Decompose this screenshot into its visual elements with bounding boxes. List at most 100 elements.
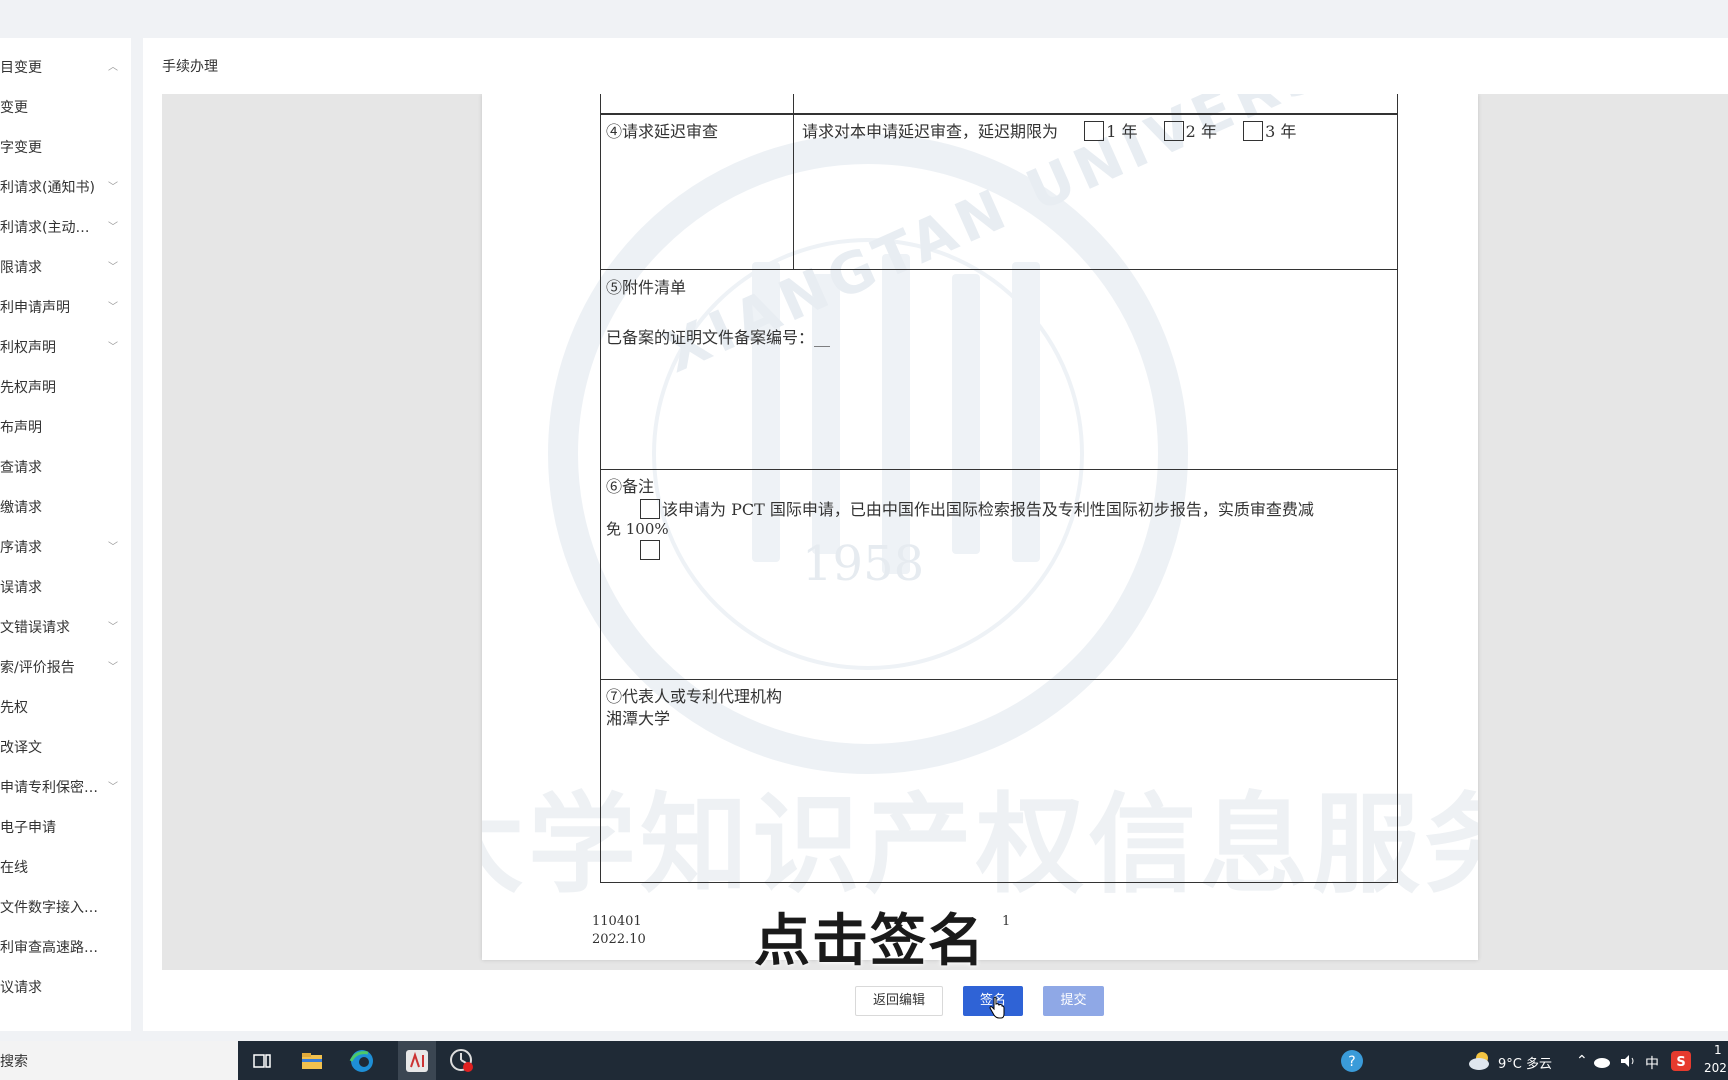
sidebar-item-label: 误请求	[0, 580, 42, 596]
sidebar-item-label: 利请求(通知书)	[0, 180, 95, 196]
sidebar: 目变更 ︿ 变更 字变更 利请求(通知书) ﹀ 利请求(主动… ﹀ 限请求 ﹀ 利申请声明 ﹀ 利权声明…	[0, 38, 131, 1031]
chevron-down-icon[interactable]: ﹀	[107, 648, 119, 688]
sidebar-item-label: 序请求	[0, 540, 42, 556]
top-bar	[0, 0, 1728, 38]
sidebar-item-label: 在线	[0, 860, 28, 876]
sidebar-item[interactable]: 先权声明	[0, 368, 131, 408]
chevron-down-icon[interactable]: ﹀	[107, 288, 119, 328]
chevron-down-icon[interactable]: ﹀	[107, 328, 119, 368]
chevron-down-icon[interactable]: ﹀	[107, 768, 119, 808]
sidebar-item[interactable]: 利权声明 ﹀	[0, 328, 131, 368]
volume-icon[interactable]	[1618, 1051, 1638, 1071]
sidebar-item-label: 文件数字接入…	[0, 900, 98, 916]
taskbar-search-box[interactable]: 搜索	[0, 1041, 238, 1080]
sidebar-item[interactable]: 利请求(通知书) ﹀	[0, 168, 131, 208]
help-icon[interactable]: ?	[1338, 1047, 1366, 1075]
sidebar-item-label: 利申请声明	[0, 300, 70, 316]
document-viewer[interactable]: XIANGTAN UNIVERSITY 1958 湘潭大学知识产权信息服务中心 …	[162, 94, 1728, 970]
sidebar-item[interactable]: 利请求(主动… ﹀	[0, 208, 131, 248]
edge-browser-icon[interactable]	[348, 1047, 376, 1075]
clock-date[interactable]: 202	[1704, 1061, 1727, 1075]
sidebar-item-label: 布声明	[0, 420, 42, 436]
pct-fee-reduction-text: 该申请为 PCT 国际申请，已由中国作出国际检索报告及专利性国际初步报告，实质审…	[662, 500, 1314, 519]
sidebar-item-label: 缴请求	[0, 500, 42, 516]
chevron-up-icon[interactable]: ︿	[107, 48, 119, 88]
taskbar-active-app[interactable]	[398, 1041, 436, 1080]
video-caption: 点击签名	[754, 909, 986, 974]
chevron-down-icon[interactable]: ﹀	[107, 248, 119, 288]
remark-checkbox[interactable]	[640, 540, 660, 560]
weather-text[interactable]: 9°C 多云	[1498, 1053, 1552, 1072]
sidebar-item[interactable]: 误请求	[0, 568, 131, 608]
chevron-down-icon[interactable]: ﹀	[107, 608, 119, 648]
section-5-heading: ⑤附件清单	[606, 278, 687, 297]
sidebar-item[interactable]: 字变更	[0, 128, 131, 168]
form-date: 2022.10	[592, 932, 646, 947]
chevron-down-icon[interactable]: ﹀	[107, 528, 119, 568]
task-view-icon[interactable]	[248, 1047, 276, 1075]
chevron-down-icon[interactable]: ﹀	[107, 168, 119, 208]
sidebar-item-label: 变更	[0, 100, 28, 116]
svg-text:S: S	[1676, 1055, 1685, 1070]
delay-2-year-label: 2 年	[1185, 122, 1217, 141]
sidebar-item-label: 利权声明	[0, 340, 56, 356]
sidebar-item[interactable]: 申请专利保密… ﹀	[0, 768, 131, 808]
onedrive-cloud-icon[interactable]	[1592, 1051, 1612, 1071]
sidebar-item[interactable]: 限请求 ﹀	[0, 248, 131, 288]
windows-taskbar: 搜索 ? 9°C 多云 ⌃ 中 S 1 202	[0, 1041, 1728, 1080]
sidebar-item[interactable]: 电子申请	[0, 808, 131, 848]
delay-1-year-checkbox[interactable]	[1084, 121, 1105, 141]
section-4-heading: ④请求延迟审查	[606, 122, 719, 141]
delay-1-year-label: 1 年	[1106, 122, 1138, 141]
section-5-text: 已备案的证明文件备案编号：__	[606, 328, 831, 347]
sidebar-item[interactable]: 议请求	[0, 968, 131, 1008]
chevron-down-icon[interactable]: ﹀	[107, 208, 119, 248]
sidebar-item-label: 目变更	[0, 60, 42, 76]
sidebar-item-label: 查请求	[0, 460, 42, 476]
sidebar-item[interactable]: 变更	[0, 88, 131, 128]
section-4-divider	[793, 114, 794, 270]
delay-2-year-checkbox[interactable]	[1163, 121, 1184, 141]
sidebar-item[interactable]: 序请求 ﹀	[0, 528, 131, 568]
sidebar-item[interactable]: 文错误请求 ﹀	[0, 608, 131, 648]
show-hidden-icons-chevron-icon[interactable]: ⌃	[1576, 1053, 1588, 1069]
sidebar-item[interactable]: 查请求	[0, 448, 131, 488]
file-explorer-icon[interactable]	[298, 1047, 326, 1075]
submit-button[interactable]: 提交	[1043, 986, 1104, 1016]
sidebar-item[interactable]: 缴请求	[0, 488, 131, 528]
sidebar-item-label: 索/评价报告	[0, 660, 75, 676]
form-row-top	[600, 94, 1398, 114]
sidebar-item[interactable]: 利申请声明 ﹀	[0, 288, 131, 328]
sidebar-item[interactable]: 利审查高速路…	[0, 928, 131, 968]
input-method-indicator[interactable]: 中	[1645, 1053, 1659, 1073]
sidebar-item[interactable]: 布声明	[0, 408, 131, 448]
page-title: 手续办理	[162, 59, 218, 75]
sidebar-item-label: 议请求	[0, 980, 42, 996]
screen-recorder-icon[interactable]	[448, 1047, 476, 1075]
section-5-box	[600, 270, 1398, 470]
back-to-edit-button[interactable]: 返回编辑	[855, 986, 943, 1016]
delay-3-year-checkbox[interactable]	[1243, 121, 1264, 141]
sidebar-item-label: 先权	[0, 700, 28, 716]
sogou-ime-icon[interactable]: S	[1670, 1050, 1692, 1072]
hand-cursor-icon	[989, 996, 1005, 1019]
sidebar-item-label: 改译文	[0, 740, 42, 756]
sidebar-item-label: 申请专利保密…	[0, 780, 98, 796]
taskbar-search-label: 搜索	[0, 1054, 28, 1070]
weather-cloud-icon[interactable]	[1466, 1047, 1494, 1075]
section-6-heading: ⑥备注	[606, 477, 655, 496]
sidebar-item[interactable]: 改译文	[0, 728, 131, 768]
sidebar-item[interactable]: 目变更 ︿	[0, 48, 131, 88]
sidebar-item[interactable]: 先权	[0, 688, 131, 728]
sidebar-item-label: 限请求	[0, 260, 42, 276]
section-4-label: 请求对本申请延迟审查，延迟期限为	[802, 122, 1059, 141]
delay-3-year-label: 3 年	[1265, 122, 1297, 141]
sidebar-item[interactable]: 在线	[0, 848, 131, 888]
section-7-value: 湘潭大学	[606, 709, 671, 728]
pct-fee-reduction-checkbox[interactable]	[640, 499, 660, 519]
sidebar-item[interactable]: 索/评价报告 ﹀	[0, 648, 131, 688]
clock-time[interactable]: 1	[1714, 1043, 1722, 1057]
sidebar-item[interactable]: 文件数字接入…	[0, 888, 131, 928]
sidebar-item-label: 利审查高速路…	[0, 940, 98, 956]
sidebar-item-label: 利请求(主动…	[0, 220, 90, 236]
